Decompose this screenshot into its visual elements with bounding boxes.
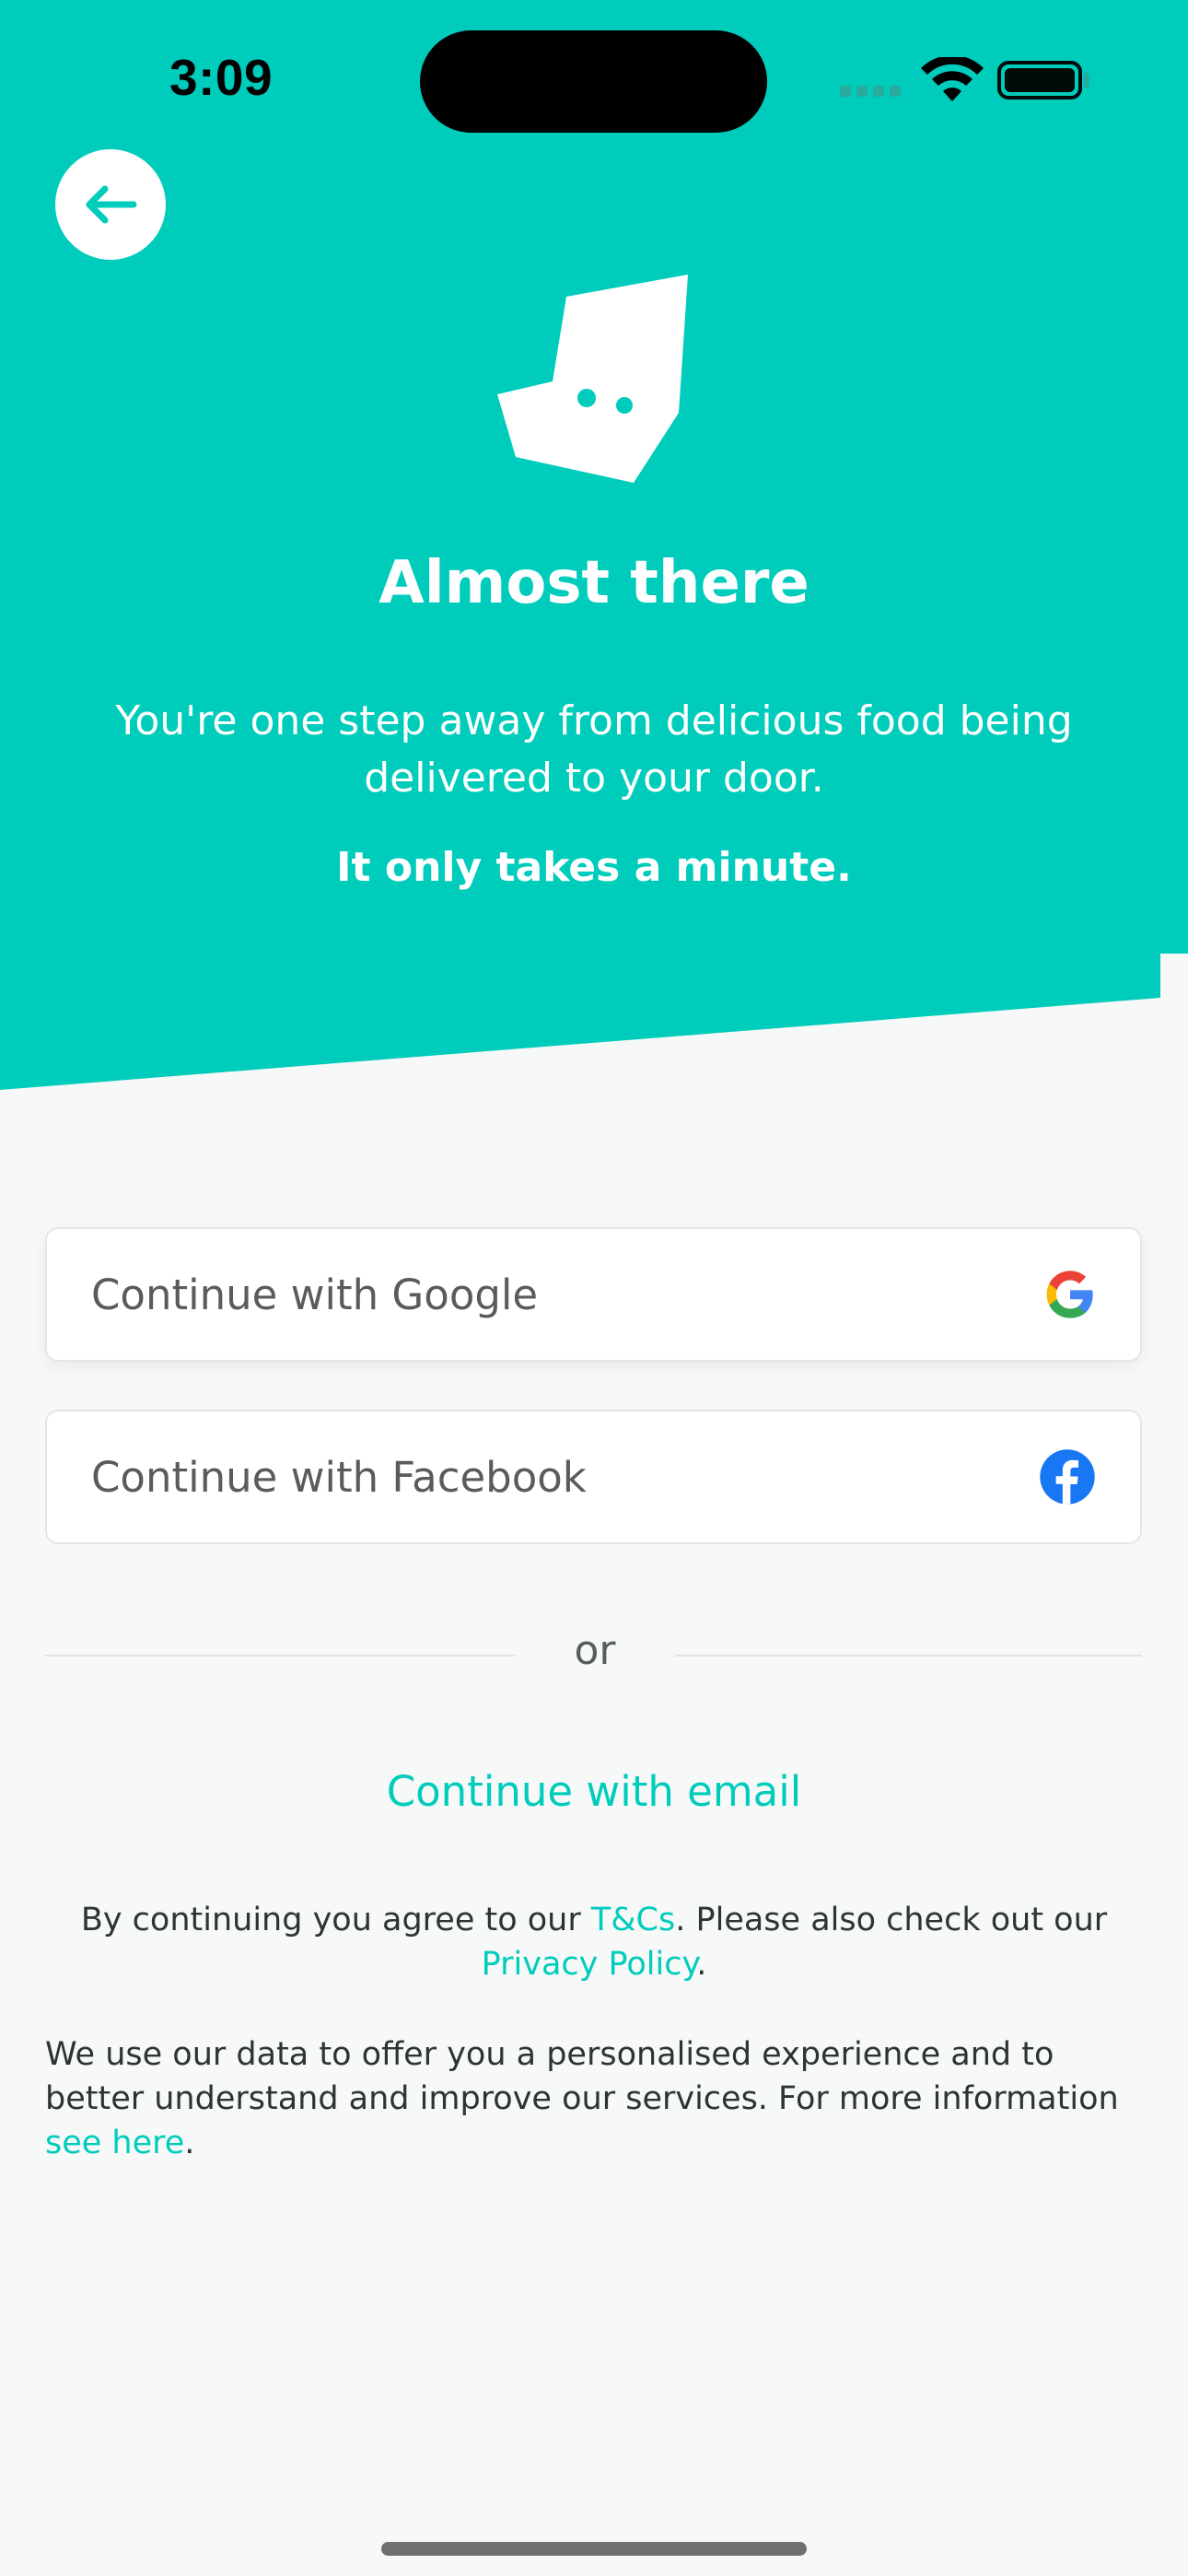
data-usage-body: We use our data to offer you a personali… [45,2036,1119,2117]
cellular-signal-icon [840,86,901,97]
terms-prefix: By continuing you agree to our [80,1902,591,1938]
data-usage-suffix: . [184,2125,195,2161]
dynamic-island [420,30,767,133]
continue-with-google-button[interactable]: Continue with Google [45,1227,1142,1362]
google-button-label: Continue with Google [91,1270,539,1319]
data-usage-text: We use our data to offer you a personali… [45,2032,1142,2165]
status-time: 3:09 [169,49,274,106]
terms-link[interactable]: T&Cs [591,1902,675,1938]
wifi-icon [921,57,984,101]
divider-line-right [675,1655,1142,1657]
page-subtitle: You're one step away from delicious food… [115,697,1073,802]
page-title: Almost there [379,549,809,617]
privacy-policy-link[interactable]: Privacy Policy [482,1946,697,1983]
google-icon [1046,1270,1093,1318]
battery-tip [1084,73,1089,88]
facebook-icon [1040,1449,1095,1505]
battery-icon [997,61,1082,100]
terms-suffix: . [696,1946,707,1983]
hero-background [0,0,1188,1090]
terms-middle: . Please also check out our [675,1902,1108,1938]
home-indicator[interactable] [381,2542,807,2556]
sign-in-screen: 3:09 Almost there You're one step away f… [0,0,1188,2576]
or-label: or [574,1627,616,1674]
deliveroo-logo-icon [497,275,688,483]
or-divider: or [45,1627,1142,1682]
arrow-left-icon [86,185,137,224]
divider-line-left [45,1655,515,1657]
continue-with-facebook-button[interactable]: Continue with Facebook [45,1410,1142,1544]
continue-with-email-link[interactable]: Continue with email [0,1767,1188,1816]
page-subtitle-strong: It only takes a minute. [336,844,852,891]
terms-text: By continuing you agree to our T&Cs. Ple… [55,1898,1133,1986]
facebook-button-label: Continue with Facebook [91,1452,587,1502]
back-button[interactable] [55,149,166,260]
see-here-link[interactable]: see here [45,2125,184,2161]
